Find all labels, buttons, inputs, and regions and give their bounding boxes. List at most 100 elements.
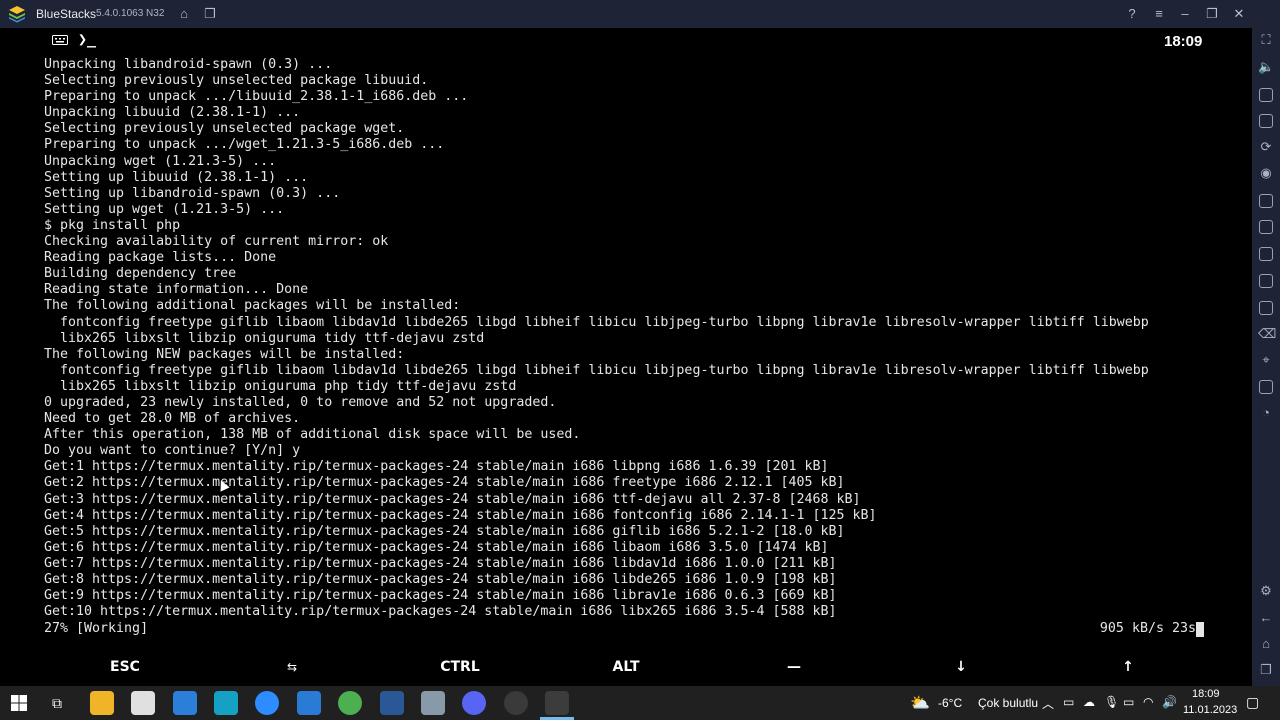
settings-icon[interactable]: ⚙ [1258,583,1274,599]
ctrl-key[interactable]: CTRL [377,648,543,686]
close-icon[interactable]: ✕ [1231,6,1247,22]
eco-mode-icon[interactable]: ◔ [1258,405,1274,421]
esc-key[interactable]: ESC [42,648,208,686]
terminal-line: The following NEW packages will be insta… [44,346,405,362]
terminal-line: After this operation, 138 MB of addition… [44,427,581,443]
multi-instance-icon[interactable]: ❐ [202,6,218,22]
onedrive-icon[interactable]: ☁ [1083,695,1095,709]
bluestacks-taskbar-icon[interactable] [545,691,569,715]
volume-icon[interactable]: 🔈 [1258,59,1274,75]
multi-instance-sync-icon[interactable] [1259,220,1273,234]
terminal-line: Unpacking libuuid (2.38.1-1) ... [44,105,301,121]
tab-key[interactable]: ⇆ [209,648,375,686]
task-view-icon[interactable]: ⧉ [52,695,62,712]
terminal-line: Setting up libuuid (2.38.1-1) ... [44,169,309,185]
window-title-bar: BlueStacks 5.4.0.1063 N32 ⌂ ❐ ? ≡ – ❐ ✕ [0,0,1280,28]
microphone-icon[interactable]: 🎙 [1104,695,1119,709]
notification-icon[interactable]: ▢ [1246,694,1259,711]
restore-icon[interactable]: ❐ [1204,6,1220,22]
windows-start-icon[interactable] [11,695,27,711]
terminal-line: 0 upgraded, 23 newly installed, 0 to rem… [44,394,557,410]
android-home-icon[interactable]: ⌂ [1258,636,1274,652]
back-icon[interactable]: ← [1258,610,1274,626]
record-icon[interactable]: ◉ [1258,165,1274,181]
minimize-icon[interactable]: – [1177,6,1193,22]
tray-app-icon[interactable]: ▭ [1063,695,1074,709]
down-arrow-key[interactable]: ↓ [878,648,1044,686]
terminal-output[interactable]: Unpacking libandroid-spawn (0.3) ... Sele… [44,57,1234,620]
screenshot-icon[interactable] [1259,247,1273,261]
android-screen: ❯_ 18:09 Unpacking libandroid-spawn (0.3… [0,28,1252,686]
discord-icon[interactable] [462,691,486,715]
bluestacks-logo-icon [9,6,25,23]
terminal-line: Get:5 https://termux.mentality.rip/termu… [44,523,845,539]
chrome-icon[interactable] [338,691,362,715]
location-icon[interactable]: ⌖ [1258,352,1274,368]
zoom-icon[interactable] [255,691,279,715]
terminal-line: $ pkg install php [44,217,181,233]
speaker-icon[interactable]: 🔊 [1162,695,1177,709]
battery-icon[interactable]: ▭ [1123,695,1134,709]
shortcut-icon[interactable] [1259,88,1273,102]
terminal-line: Get:7 https://termux.mentality.rip/termu… [44,555,837,571]
mail-icon[interactable] [173,691,197,715]
progress-percent: 27% [Working] [44,621,149,636]
terminal-line: Do you want to continue? [Y/n] y [44,443,301,459]
android-status-bar: ❯_ 18:09 [0,28,1252,56]
tray-chevron-icon[interactable]: ︿ [1042,695,1054,712]
word-icon[interactable] [380,691,404,715]
weather-temp[interactable]: -6°C [938,696,962,710]
fullscreen-icon[interactable]: ⛶ [1258,32,1274,48]
terminal-line: Get:1 https://termux.mentality.rip/termu… [44,459,829,475]
help-icon[interactable]: ? [1124,6,1140,22]
dash-key[interactable]: — [711,648,877,686]
keymapping-icon[interactable] [1259,114,1273,128]
keyboard-icon[interactable] [52,35,68,45]
terminal-line: Get:6 https://termux.mentality.rip/termu… [44,539,829,555]
taskbar-date[interactable]: 11.01.2023 [1183,704,1237,716]
taskbar-time[interactable]: 18:09 [1192,688,1220,700]
terminal-line: libx265 libxslt libzip oniguruma php tid… [44,378,517,394]
download-speed: 905 kB/s 23s [1099,621,1196,636]
macro-icon[interactable] [1259,194,1273,208]
settings-app-icon[interactable] [421,691,445,715]
eraser-icon[interactable]: ⌫ [1258,326,1276,342]
terminal-line: Unpacking libandroid-spawn (0.3) ... [44,57,333,72]
terminal-line: Setting up libandroid-spawn (0.3) ... [44,185,341,201]
terminal-line: Selecting previously unselected package … [44,121,405,137]
obs-icon[interactable] [504,691,528,715]
vscode-icon[interactable] [297,691,321,715]
app-name: BlueStacks [36,7,97,21]
terminal-line: Checking availability of current mirror:… [44,234,389,250]
home-icon[interactable]: ⌂ [176,6,192,22]
recent-apps-icon[interactable]: ❐ [1258,662,1274,678]
windows-taskbar: ⧉ ⛅ -6°C Çok bulutlu ︿ ▭ ☁ 🎙 ▭ ◠ 🔊 18:09… [0,686,1280,720]
file-explorer-icon[interactable] [90,691,114,715]
store-icon[interactable] [131,691,155,715]
terminal-line: fontconfig freetype giflib libaom libdav… [44,362,1149,378]
layers-icon[interactable] [1259,380,1273,394]
weather-text[interactable]: Çok bulutlu [978,696,1038,710]
wifi-icon[interactable]: ◠ [1143,695,1153,709]
terminal-line: Selecting previously unselected package … [44,73,429,89]
terminal-line: Unpacking wget (1.21.3-5) ... [44,153,277,169]
terminal-line: Get:10 https://termux.mentality.rip/term… [44,604,837,620]
android-clock: 18:09 [1164,33,1203,50]
terminal-cursor [1196,622,1204,637]
app-version: 5.4.0.1063 N32 [96,8,165,19]
terminal-line: Preparing to unpack .../wget_1.21.3-5_i6… [44,137,445,153]
terminal-line: Reading state information... Done [44,282,309,298]
folder-icon[interactable] [1259,274,1273,288]
terminal-line: Need to get 28.0 MB of archives. [44,411,301,427]
install-apk-icon[interactable] [1259,301,1273,315]
terminal-line: fontconfig freetype giflib libaom libdav… [44,314,1149,330]
arduino-icon[interactable] [214,691,238,715]
terminal-line: Building dependency tree [44,266,237,282]
rotate-icon[interactable]: ⟳ [1258,139,1274,155]
menu-icon[interactable]: ≡ [1151,6,1167,22]
weather-icon[interactable]: ⛅ [910,693,930,713]
terminal-line: Preparing to unpack .../libuuid_2.38.1-1… [44,89,469,105]
up-arrow-key[interactable]: ↑ [1045,648,1211,686]
bluestacks-sidebar: ⛶ 🔈 ⟳ ◉ ⌫ ⌖ ◔ ⚙ ← ⌂ ❐ [1252,28,1280,686]
alt-key[interactable]: ALT [543,648,709,686]
